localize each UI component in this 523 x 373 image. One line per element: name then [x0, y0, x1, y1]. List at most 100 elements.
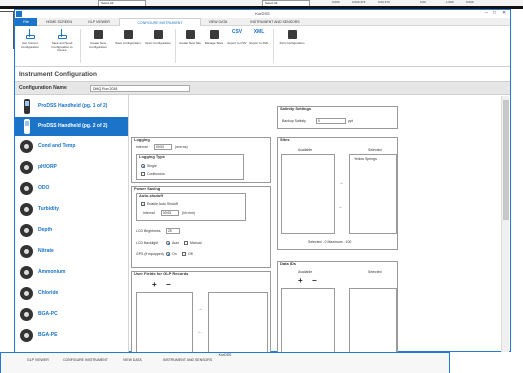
gps-off-label: Off [188, 252, 193, 256]
secondary-tab-view-data[interactable]: VIEW DATA [123, 358, 142, 362]
sensor-icon [20, 308, 33, 321]
xml-icon: XML [253, 29, 265, 35]
sidebar-item-handheld-pg1[interactable]: ProDSS Handheld (pg. 1 of 2) [15, 97, 128, 116]
logging-type-group: Logging Type Single Continuous [136, 154, 244, 180]
user-fields-available-list[interactable] [136, 292, 193, 354]
data-ids-selected-list[interactable] [349, 288, 397, 354]
remove-site-button[interactable]: ← [335, 202, 347, 212]
print-configuration-button[interactable]: Print Configuration [277, 29, 307, 46]
sensor-icon [20, 182, 33, 195]
create-new-configuration-button[interactable]: Create New Configuration [83, 29, 113, 49]
shutoff-interval-unit: (hh:mm) [182, 211, 196, 215]
background-number: 0.000 373 [352, 0, 366, 4]
enable-auto-shutoff-label: Enable Auto Shutoff [147, 202, 178, 206]
secondary-tab-glp-viewer[interactable]: GLP VIEWER [27, 358, 49, 362]
scrollbar-thumb[interactable] [503, 100, 509, 220]
tab-view-data[interactable]: VIEW DATA [201, 18, 235, 26]
remove-data-id-button[interactable]: − [312, 277, 317, 285]
sidebar-item-odo[interactable]: ODO [15, 179, 128, 198]
move-left-button[interactable]: ← [194, 327, 206, 337]
open-configuration-button[interactable]: Open Configuration [143, 29, 173, 46]
data-ids-available-list[interactable] [281, 288, 335, 354]
backlight-manual-checkbox[interactable] [184, 241, 188, 245]
secondary-tab-instrument-and-sensors[interactable]: INSTRUMENT AND SENSORS [163, 358, 212, 362]
site-icon [185, 29, 196, 40]
save-configuration-button[interactable]: Save Configuration [113, 29, 143, 46]
sensor-icon [20, 266, 33, 279]
sites-selected-list[interactable]: Yellow Springs [349, 154, 397, 234]
lcd-brightness-label: LCD Brightness [136, 229, 161, 233]
backup-salinity-input[interactable]: 0 [316, 118, 346, 124]
configuration-name-input[interactable]: DMQ Run 2018 [90, 85, 190, 92]
sidebar-item-handheld-pg2[interactable]: ProDSS Handheld (pg. 2 of 2) [15, 117, 128, 136]
salinity-unit: ppt [348, 119, 353, 123]
enable-auto-shutoff-checkbox[interactable]: ✓ [141, 202, 145, 207]
manage-sites-button[interactable]: Manage Sites [201, 29, 227, 46]
move-right-button[interactable]: → [194, 304, 206, 314]
gps-on-radio[interactable] [166, 252, 170, 256]
tab-file[interactable]: File [15, 18, 37, 26]
minimize-button[interactable]: – [485, 10, 488, 16]
csv-icon: CSV [231, 29, 243, 35]
add-site-button[interactable]: → [335, 178, 347, 188]
sidebar-item-depth[interactable]: Depth [15, 221, 128, 240]
remove-user-field-button[interactable]: − [166, 281, 171, 289]
new-document-icon [93, 29, 104, 40]
tab-instrument-and-sensors[interactable]: INSTRUMENT AND SENSORS [237, 18, 313, 26]
sidebar-item-bga-pc[interactable]: BGA-PC [15, 305, 128, 324]
data-ids-available-header: Available [298, 270, 313, 274]
power-saving-title: Power Saving [134, 186, 161, 191]
sensor-icon [20, 203, 33, 216]
sidebar-item-chloride[interactable]: Chloride [15, 284, 128, 303]
sensor-icon [20, 224, 33, 237]
user-fields-panel: User Fields for GLP Records + − → ← [131, 271, 271, 354]
sites-title: Sites [280, 137, 290, 142]
lcd-brightness-input[interactable]: 25 [166, 228, 180, 234]
page-title: Instrument Configuration [19, 71, 97, 78]
backlight-auto-radio[interactable] [166, 241, 170, 245]
ribbon-tabs: File HOME SCREEN GLP VIEWER CONFIGURE IN… [15, 18, 510, 27]
data-ids-selected-header: Selected [368, 270, 382, 274]
sidebar-item-nitrate[interactable]: Nitrate [15, 242, 128, 261]
gps-on-label: On [172, 252, 177, 256]
add-data-id-button[interactable]: + [298, 277, 303, 285]
download-icon [25, 29, 36, 40]
background-number: 0.000 [466, 0, 474, 4]
tab-glp-viewer[interactable]: GLP VIEWER [81, 18, 117, 26]
close-button[interactable]: ✕ [502, 10, 506, 16]
continuous-checkbox[interactable] [141, 172, 145, 176]
handheld-icon [24, 119, 30, 134]
sidebar-item-cond-temp[interactable]: Cond and Temp [15, 137, 128, 156]
single-radio[interactable] [141, 164, 145, 168]
list-item[interactable]: Yellow Springs [354, 157, 377, 161]
get-current-configuration-button[interactable]: Get Current Configuration [15, 29, 45, 49]
vertical-scrollbar[interactable] [501, 96, 509, 352]
sensor-icon [20, 161, 33, 174]
sidebar-item-ph-orp[interactable]: pH/ORP [15, 158, 128, 177]
ribbon-separator [273, 29, 274, 63]
sidebar-item-ammonium[interactable]: Ammonium [15, 263, 128, 282]
create-new-site-button[interactable]: Create New Site [177, 29, 203, 46]
sites-available-list[interactable] [281, 154, 335, 234]
add-user-field-button[interactable]: + [152, 281, 157, 289]
gps-off-checkbox[interactable] [182, 252, 186, 256]
save-and-send-button[interactable]: Save and Send Configuration to Device [47, 29, 77, 53]
printer-icon [287, 29, 298, 40]
secondary-tab-configure-instrument[interactable]: CONFIGURE INSTRUMENT [63, 358, 108, 362]
sidebar-item-bga-pe[interactable]: BGA-PE [15, 326, 128, 345]
configuration-name-row: Configuration Name DMQ Run 2018 [15, 81, 510, 95]
export-xml-button[interactable]: XML Export to XML [247, 29, 271, 46]
ribbon-toolbar: Get Current Configuration Save and Send … [15, 26, 510, 67]
secondary-window: KorDSS GLP VIEWER CONFIGURE INSTRUMENT V… [0, 352, 450, 373]
user-fields-selected-list[interactable] [208, 292, 268, 354]
maximize-button[interactable]: □ [493, 10, 496, 16]
logging-interval-input[interactable]: 00:00 [154, 144, 172, 150]
data-ids-title: Data IDs [280, 261, 297, 266]
shutoff-interval-input[interactable]: 00:05 [161, 210, 179, 216]
title-bar: KorDSS – □ ✕ [15, 10, 510, 18]
logging-type-title: Logging Type [139, 154, 165, 159]
export-csv-button[interactable]: CSV Export to CSV [225, 29, 249, 46]
sidebar-item-turbidity[interactable]: Turbidity [15, 200, 128, 219]
tab-home-screen[interactable]: HOME SCREEN [39, 18, 79, 26]
background-number: 0.000 [332, 0, 340, 4]
